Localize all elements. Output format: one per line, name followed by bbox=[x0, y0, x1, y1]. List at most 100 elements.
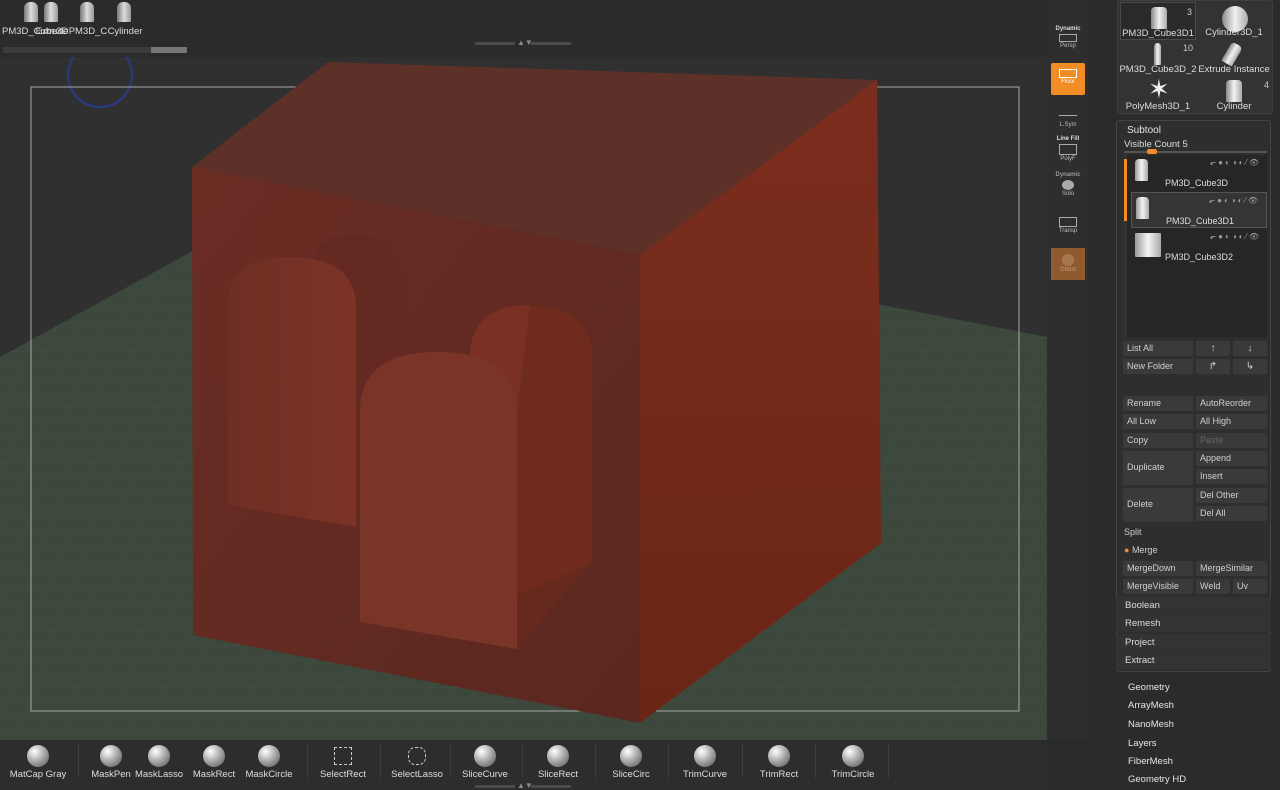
append-button[interactable]: Append bbox=[1196, 451, 1267, 466]
select-rect-icon bbox=[334, 747, 352, 765]
tool-thumb-polymesh3d-1[interactable]: ✶ PolyMesh3D_1 bbox=[1120, 74, 1196, 114]
merge-section[interactable]: ● Merge bbox=[1117, 543, 1270, 558]
transp-button[interactable]: Transp bbox=[1051, 213, 1085, 245]
subtool-visibility-icons[interactable]: ⬐●◐◑◐⁄👁 bbox=[1208, 196, 1260, 205]
visible-count-slider[interactable] bbox=[1124, 149, 1267, 154]
trim-curve-button[interactable]: TrimCurve bbox=[679, 742, 731, 784]
subtool-list-scrollbar[interactable] bbox=[1124, 155, 1127, 337]
slice-circ-button[interactable]: SliceCirc bbox=[606, 742, 656, 784]
tool-thumb-cube3d1[interactable]: 3 PM3D_Cube3D1 bbox=[1120, 2, 1196, 40]
fibermesh-menu[interactable]: FiberMesh bbox=[1128, 756, 1173, 767]
geometry-menu[interactable]: Geometry bbox=[1128, 682, 1170, 693]
del-other-button[interactable]: Del Other bbox=[1196, 488, 1267, 503]
cylinder-icon bbox=[1154, 43, 1161, 65]
tool-panel: 3 PM3D_Cube3D1 Cylinder3D_1 10 PM3D_Cube… bbox=[1089, 0, 1280, 790]
move-folder-up-button[interactable]: ↱ bbox=[1196, 359, 1230, 374]
mask-lasso-button[interactable]: MaskLasso bbox=[135, 742, 183, 784]
tool-thumb-extrude-instance[interactable]: Extrude Instance bbox=[1196, 39, 1272, 77]
remesh-section[interactable]: Remesh bbox=[1116, 615, 1271, 632]
copy-button[interactable]: Copy bbox=[1123, 433, 1193, 448]
extract-section[interactable]: Extract bbox=[1116, 652, 1271, 669]
move-folder-down-button[interactable]: ↳ bbox=[1233, 359, 1267, 374]
select-lasso-button[interactable]: SelectLasso bbox=[390, 742, 444, 784]
trim-circle-button[interactable]: TrimCircle bbox=[826, 742, 880, 784]
subtool-item[interactable]: ⬐●◐◑◐⁄👁 PM3D_Cube3D2 bbox=[1131, 229, 1267, 265]
new-folder-button[interactable]: New Folder bbox=[1123, 359, 1193, 374]
tool-strip-scrollbar[interactable] bbox=[3, 47, 187, 53]
tool-thumb-cylinder3d-1[interactable]: Cylinder3D_1 bbox=[1196, 2, 1272, 40]
cylinder-icon bbox=[117, 2, 131, 22]
duplicate-button[interactable]: Duplicate bbox=[1123, 451, 1193, 485]
slice-rect-button[interactable]: SliceRect bbox=[533, 742, 583, 784]
subtool-list: ⬐●◐◑◐⁄👁 PM3D_Cube3D ⬐●◐◑◐⁄👁 PM3D_Cube3D1… bbox=[1124, 155, 1267, 337]
subtool-item[interactable]: ⬐●◐◑◐⁄👁 PM3D_Cube3D bbox=[1131, 155, 1267, 191]
canvas-viewport[interactable] bbox=[0, 57, 1047, 740]
slider-knob[interactable] bbox=[1147, 149, 1157, 154]
subtool-visibility-icons[interactable]: ⬐●◐◑◐⁄👁 bbox=[1209, 158, 1261, 167]
tool-thumb-cube3d-2[interactable]: 10 PM3D_Cube3D_2 bbox=[1119, 39, 1197, 77]
cylinder-icon bbox=[1151, 7, 1167, 29]
paste-button[interactable]: Paste bbox=[1196, 433, 1267, 448]
ghost-button[interactable]: Ghost bbox=[1051, 248, 1085, 280]
symmetry-icon bbox=[1059, 115, 1077, 121]
geometry-hd-menu[interactable]: Geometry HD bbox=[1128, 774, 1186, 785]
persp-button[interactable]: Dynamic Persp bbox=[1051, 26, 1085, 58]
recent-tool-label: Cylinder bbox=[107, 26, 143, 37]
slice-curve-button[interactable]: SliceCurve bbox=[460, 742, 510, 784]
floor-button[interactable]: Floor bbox=[1051, 63, 1085, 95]
mask-pen-button[interactable]: MaskPen bbox=[88, 742, 134, 784]
scene-render[interactable] bbox=[0, 57, 1047, 740]
trim-rect-icon bbox=[768, 745, 790, 767]
select-rect-button[interactable]: SelectRect bbox=[318, 742, 368, 784]
scrollbar-knob[interactable] bbox=[151, 47, 187, 53]
subtool-item-selected[interactable]: ⬐●◐◑◐⁄👁 PM3D_Cube3D1 bbox=[1131, 192, 1267, 228]
cylinder-icon bbox=[1136, 197, 1149, 219]
mask-rect-button[interactable]: MaskRect bbox=[191, 742, 237, 784]
navigation-gizmo-icon[interactable] bbox=[67, 57, 133, 108]
trim-rect-button[interactable]: TrimRect bbox=[753, 742, 805, 784]
recent-tool-cylinder[interactable]: Cylinder bbox=[103, 0, 147, 40]
mask-pen-icon bbox=[100, 745, 122, 767]
right-shelf: Dynamic Persp Floor L.Sym Line Fill Poly… bbox=[1047, 0, 1095, 740]
split-section[interactable]: Split bbox=[1117, 525, 1270, 540]
tool-history-strip: PM3D_Cube3D Extrude PM3D_C Cylinder ▲▼ bbox=[0, 0, 1047, 57]
subtool-visibility-icons[interactable]: ⬐●◐◑◐⁄👁 bbox=[1209, 232, 1261, 241]
mask-circle-button[interactable]: MaskCircle bbox=[246, 742, 292, 784]
rename-button[interactable]: Rename bbox=[1123, 396, 1193, 411]
bottom-shelf: MatCap Gray MaskPen MaskLasso MaskRect M… bbox=[0, 740, 1047, 790]
solo-button[interactable]: Dynamic Solo bbox=[1051, 172, 1085, 204]
select-lasso-icon bbox=[408, 747, 426, 765]
project-section[interactable]: Project bbox=[1116, 634, 1271, 651]
del-all-button[interactable]: Del All bbox=[1196, 506, 1267, 521]
mask-lasso-icon bbox=[148, 745, 170, 767]
auto-reorder-button[interactable]: AutoReorder bbox=[1196, 396, 1267, 411]
mask-circle-icon bbox=[258, 745, 280, 767]
uv-button[interactable]: Uv bbox=[1233, 579, 1267, 594]
all-low-button[interactable]: All Low bbox=[1123, 414, 1193, 429]
nanomesh-menu[interactable]: NanoMesh bbox=[1128, 719, 1174, 730]
boolean-section[interactable]: Boolean bbox=[1116, 597, 1271, 614]
expanded-dot-icon: ● bbox=[1124, 545, 1132, 555]
subtool-palette: Subtool Visible Count 5 ⬐●◐◑◐⁄👁 PM3D_Cub… bbox=[1116, 120, 1271, 672]
tool-thumb-cylinder[interactable]: 4 Cylinder bbox=[1196, 76, 1272, 114]
arraymesh-menu[interactable]: ArrayMesh bbox=[1128, 700, 1174, 711]
delete-button[interactable]: Delete bbox=[1123, 488, 1193, 522]
move-up-arrow-button[interactable]: ↑ bbox=[1196, 341, 1230, 356]
mask-rect-icon bbox=[203, 745, 225, 767]
cylinder-icon bbox=[1226, 80, 1242, 102]
polyframe-button[interactable]: Line Fill PolyF bbox=[1051, 136, 1085, 168]
merge-down-button[interactable]: MergeDown bbox=[1123, 561, 1193, 576]
subtool-title[interactable]: Subtool bbox=[1127, 125, 1161, 136]
lsym-button[interactable]: L.Sym bbox=[1051, 107, 1085, 139]
polyframe-grid-icon bbox=[1059, 144, 1077, 155]
weld-button[interactable]: Weld bbox=[1196, 579, 1230, 594]
matcap-gray-button[interactable]: MatCap Gray bbox=[6, 742, 70, 784]
all-high-button[interactable]: All High bbox=[1196, 414, 1267, 429]
merge-similar-button[interactable]: MergeSimilar bbox=[1196, 561, 1267, 576]
move-down-arrow-button[interactable]: ↓ bbox=[1233, 341, 1267, 356]
visible-count-value: 5 bbox=[1182, 139, 1188, 150]
merge-visible-button[interactable]: MergeVisible bbox=[1123, 579, 1193, 594]
list-all-button[interactable]: List All bbox=[1123, 341, 1193, 356]
insert-button[interactable]: Insert bbox=[1196, 469, 1267, 484]
layers-menu[interactable]: Layers bbox=[1128, 738, 1157, 749]
